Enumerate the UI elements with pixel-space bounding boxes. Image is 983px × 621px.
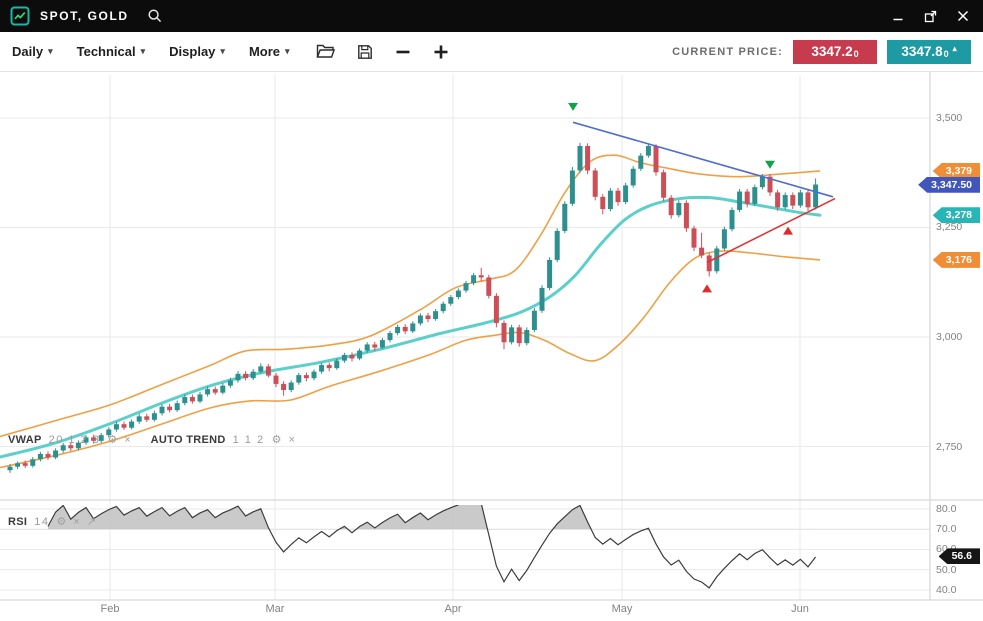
autotrend-remove-icon[interactable]: ×: [288, 435, 294, 446]
bid-price-badge[interactable]: 3347.2 0: [793, 40, 877, 64]
rsi-settings-gear-icon[interactable]: ⚙: [57, 517, 67, 528]
vwap-remove-icon[interactable]: ×: [124, 435, 130, 446]
toolbar-icon-group: [316, 44, 449, 60]
save-button[interactable]: [357, 44, 373, 60]
current-price-label: CURRENT PRICE:: [672, 46, 783, 58]
chevron-down-icon: ▾: [48, 47, 53, 56]
close-button[interactable]: [957, 10, 969, 22]
menu-technical[interactable]: Technical ▾: [77, 44, 146, 59]
zoom-in-button[interactable]: [433, 44, 449, 60]
folder-open-icon: [316, 44, 335, 59]
save-floppy-icon: [357, 44, 373, 60]
vwap-legend: VWAP 20 1 2 3 ⚙ ×: [8, 434, 131, 446]
vwap-legend-name: VWAP: [8, 434, 42, 446]
chevron-down-icon: ▾: [285, 47, 290, 56]
rsi-legend-params: 14: [34, 516, 49, 528]
menu-technical-label: Technical: [77, 44, 136, 59]
bid-price-pip: 0: [854, 49, 859, 59]
ask-price-pip: 0: [944, 49, 949, 59]
toolbar: Daily ▾ Technical ▾ Display ▾ More ▾: [0, 32, 983, 72]
rsi-remove-icon[interactable]: ×: [73, 517, 79, 528]
main-indicator-legend: VWAP 20 1 2 3 ⚙ × AUTO TREND 1 1 2 ⚙ ×: [8, 434, 295, 446]
axis-badge-current-price: 3,347.50: [918, 177, 980, 193]
symbol-title: SPOT, GOLD: [40, 9, 129, 23]
popout-button[interactable]: [924, 10, 937, 23]
chevron-down-icon: ▾: [220, 47, 225, 56]
chevron-down-icon: ▾: [141, 47, 146, 56]
menu-display-label: Display: [169, 44, 215, 59]
zoom-out-button[interactable]: [395, 44, 411, 60]
minimize-button[interactable]: [892, 10, 904, 22]
chart-area: 3,5003,2503,0002,750 80.070.060.050.040.…: [0, 72, 983, 621]
menu-more-label: More: [249, 44, 280, 59]
ask-price-badge[interactable]: 3347.8 0 ▴: [887, 40, 971, 64]
autotrend-legend-params: 1 1 2: [233, 434, 265, 446]
plus-icon: [433, 44, 449, 60]
ask-price-value: 3347.8: [901, 44, 942, 59]
menu-more[interactable]: More ▾: [249, 44, 290, 59]
rsi-legend-name: RSI: [8, 516, 27, 528]
minus-icon: [395, 44, 411, 60]
menu-timeframe-daily[interactable]: Daily ▾: [12, 44, 53, 59]
rsi-indicator-legend: RSI 14 ⚙ × ↗: [8, 516, 96, 528]
menu-display[interactable]: Display ▾: [169, 44, 225, 59]
chart-canvas[interactable]: [0, 72, 983, 621]
axis-badge-lower-band: 3,176: [933, 252, 980, 268]
current-price-area: CURRENT PRICE: 3347.2 0 3347.8 0 ▴: [672, 40, 971, 64]
autotrend-legend: AUTO TREND 1 1 2 ⚙ ×: [151, 434, 295, 446]
vwap-legend-params: 20 1 2 3: [49, 434, 101, 446]
rsi-legend: RSI 14 ⚙ × ↗: [8, 516, 96, 528]
autotrend-legend-name: AUTO TREND: [151, 434, 226, 446]
vwap-settings-gear-icon[interactable]: ⚙: [107, 435, 117, 446]
bid-price-value: 3347.2: [811, 44, 852, 59]
titlebar: SPOT, GOLD: [0, 0, 983, 32]
app-logo-icon: [10, 6, 30, 26]
autotrend-settings-gear-icon[interactable]: ⚙: [272, 435, 282, 446]
menu-daily-label: Daily: [12, 44, 43, 59]
search-icon[interactable]: [147, 8, 163, 24]
axis-badge-upper-band: 3,379: [933, 163, 980, 179]
open-layout-button[interactable]: [316, 44, 335, 59]
window-controls: [892, 10, 969, 23]
price-up-arrow-icon: ▴: [953, 44, 957, 53]
axis-badge-vwap: 3,278: [933, 207, 980, 223]
rsi-expand-icon[interactable]: ↗: [87, 517, 96, 528]
